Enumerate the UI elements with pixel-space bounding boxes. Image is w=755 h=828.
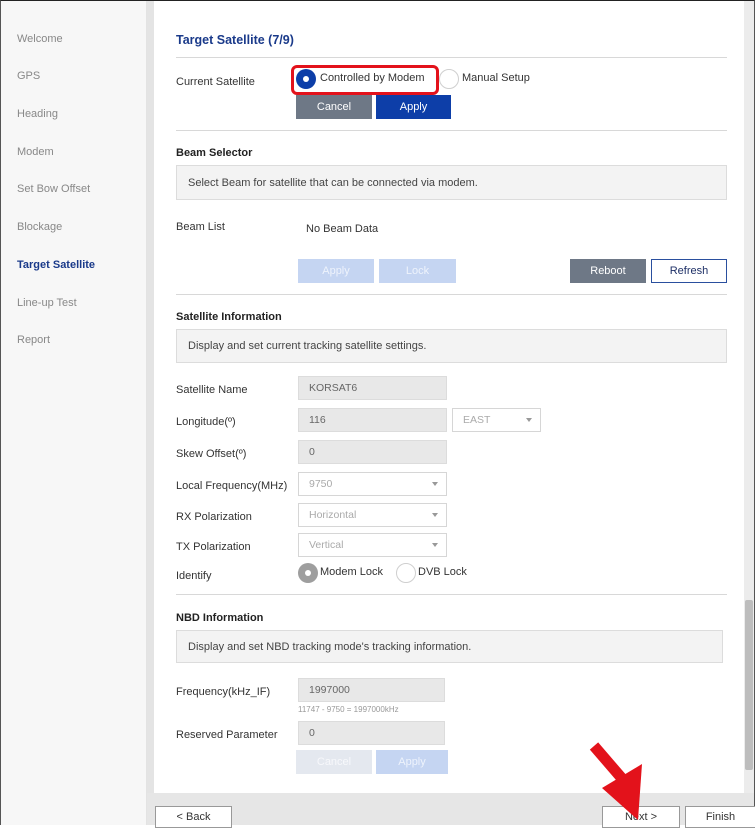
chevron-down-icon xyxy=(432,543,438,547)
rx-polarization-value: Horizontal xyxy=(309,509,357,521)
sidebar-item-target-satellite[interactable]: Target Satellite xyxy=(17,259,95,271)
beam-apply-button[interactable]: Apply xyxy=(298,259,374,283)
nbd-frequency-hint: 11747 - 9750 = 1997000kHz xyxy=(298,705,399,714)
divider xyxy=(176,294,727,295)
content-gutter xyxy=(147,1,154,801)
rx-polarization-label: RX Polarization xyxy=(176,511,252,523)
chevron-down-icon xyxy=(432,482,438,486)
longitude-label: Longitude(º) xyxy=(176,416,236,428)
title-divider xyxy=(176,57,727,58)
beam-selector-heading: Beam Selector xyxy=(176,147,253,159)
radio-manual-setup[interactable] xyxy=(439,69,459,89)
sidebar-item-set-bow-offset[interactable]: Set Bow Offset xyxy=(17,183,90,195)
divider xyxy=(176,130,727,131)
beam-list-label: Beam List xyxy=(176,221,225,233)
rx-polarization-select[interactable]: Horizontal xyxy=(298,503,447,527)
tx-polarization-select[interactable]: Vertical xyxy=(298,533,447,557)
sidebar-item-report[interactable]: Report xyxy=(17,334,50,346)
beam-selector-description: Select Beam for satellite that can be co… xyxy=(176,165,727,200)
nbd-frequency-label: Frequency(kHz_IF) xyxy=(176,686,271,698)
radio-dvb-lock[interactable] xyxy=(396,563,416,583)
radio-controlled-by-modem[interactable] xyxy=(296,69,316,89)
tx-polarization-value: Vertical xyxy=(309,539,344,551)
current-satellite-cancel-button[interactable]: Cancel xyxy=(296,95,372,119)
longitude-field[interactable]: 116 xyxy=(298,408,447,432)
radio-dvb-lock-label: DVB Lock xyxy=(418,566,467,578)
skew-offset-label: Skew Offset(º) xyxy=(176,448,247,460)
divider xyxy=(176,594,727,595)
nbd-info-description: Display and set NBD tracking mode's trac… xyxy=(176,630,723,663)
scrollbar-thumb[interactable] xyxy=(745,600,753,770)
identify-label: Identify xyxy=(176,570,212,582)
sidebar-item-blockage[interactable]: Blockage xyxy=(17,221,62,233)
nbd-info-heading: NBD Information xyxy=(176,612,264,624)
local-frequency-select[interactable]: 9750 xyxy=(298,472,447,496)
sidebar-item-gps[interactable]: GPS xyxy=(17,70,40,82)
reserved-parameter-label: Reserved Parameter xyxy=(176,729,278,741)
chevron-down-icon xyxy=(526,418,532,422)
nbd-cancel-button[interactable]: Cancel xyxy=(296,750,372,774)
beam-list-value: No Beam Data xyxy=(306,223,379,235)
current-satellite-apply-button[interactable]: Apply xyxy=(376,95,451,119)
skew-offset-field[interactable]: 0 xyxy=(298,440,447,464)
radio-modem-lock-label: Modem Lock xyxy=(320,566,383,578)
beam-lock-button[interactable]: Lock xyxy=(379,259,456,283)
sidebar: Welcome GPS Heading Modem Set Bow Offset… xyxy=(1,1,147,825)
refresh-button[interactable]: Refresh xyxy=(651,259,727,283)
longitude-direction-value: EAST xyxy=(463,414,491,426)
local-frequency-value: 9750 xyxy=(309,478,333,490)
radio-manual-setup-label: Manual Setup xyxy=(462,72,530,84)
sidebar-item-line-up-test[interactable]: Line-up Test xyxy=(17,297,77,309)
satellite-name-label: Satellite Name xyxy=(176,384,248,396)
sidebar-item-heading[interactable]: Heading xyxy=(17,108,58,120)
satellite-info-description: Display and set current tracking satelli… xyxy=(176,329,727,363)
radio-controlled-by-modem-label: Controlled by Modem xyxy=(320,72,425,84)
local-frequency-label: Local Frequency(MHz) xyxy=(176,480,288,492)
page-title: Target Satellite (7/9) xyxy=(176,33,294,47)
radio-modem-lock[interactable] xyxy=(298,563,318,583)
sidebar-item-modem[interactable]: Modem xyxy=(17,146,54,158)
nbd-apply-button[interactable]: Apply xyxy=(376,750,448,774)
sidebar-item-welcome[interactable]: Welcome xyxy=(17,33,63,45)
satellite-name-field[interactable]: KORSAT6 xyxy=(298,376,447,400)
main-panel xyxy=(154,1,744,791)
nbd-frequency-field[interactable]: 1997000 xyxy=(298,678,445,702)
reserved-parameter-field[interactable]: 0 xyxy=(298,721,445,745)
longitude-direction-select[interactable]: EAST xyxy=(452,408,541,432)
reboot-button[interactable]: Reboot xyxy=(570,259,646,283)
satellite-info-heading: Satellite Information xyxy=(176,311,282,323)
tx-polarization-label: TX Polarization xyxy=(176,541,251,553)
current-satellite-label: Current Satellite xyxy=(176,76,255,88)
red-arrow-icon xyxy=(589,742,642,820)
chevron-down-icon xyxy=(432,513,438,517)
